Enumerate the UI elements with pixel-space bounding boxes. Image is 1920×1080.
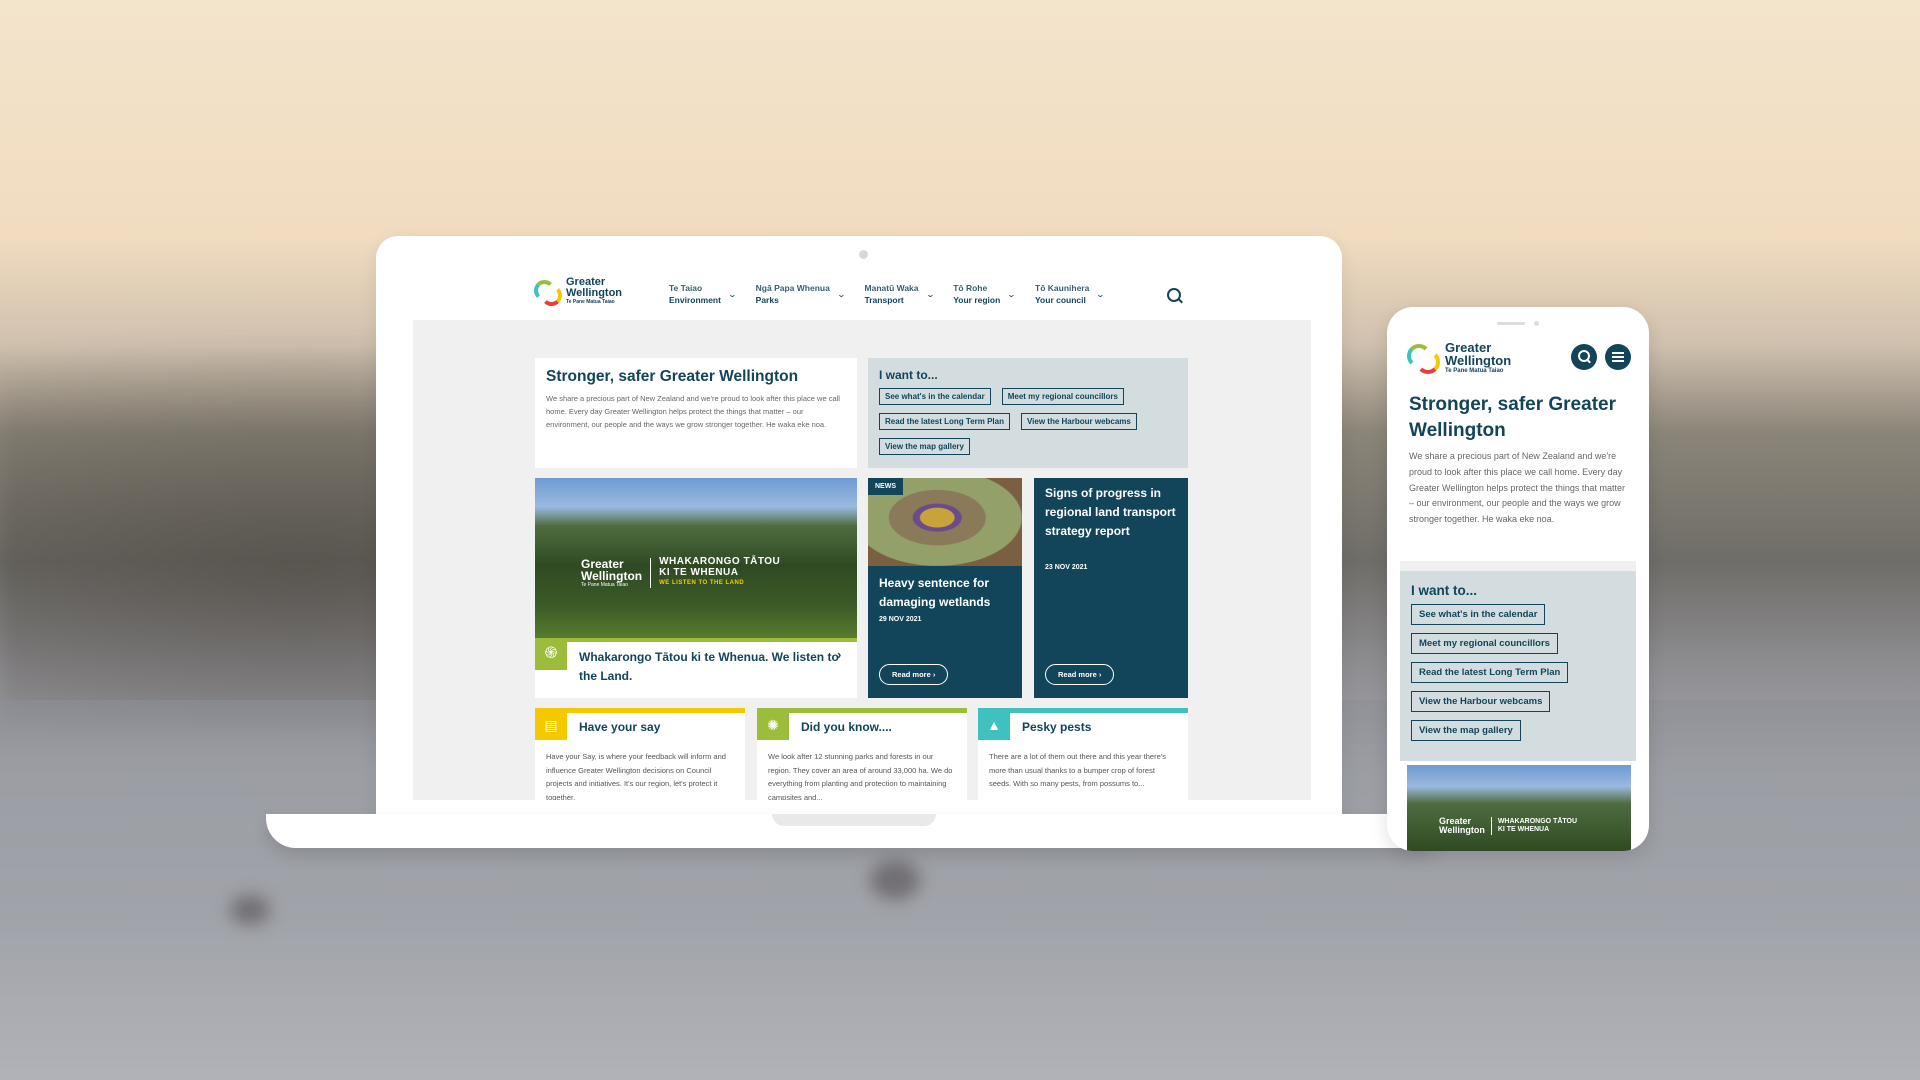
link-calendar[interactable]: See what's in the calendar xyxy=(879,388,991,405)
nav-label-maori: Tō Rohe xyxy=(953,283,988,293)
site-header: Greater Wellington Te Pane Matua Taiao T… xyxy=(413,268,1311,320)
nav-label-english: Parks xyxy=(755,295,779,305)
i-want-to-heading: I want to... xyxy=(879,368,938,382)
i-want-to-panel: I want to... See what's in the calendar … xyxy=(868,358,1188,468)
nav-label-english: Your council xyxy=(1035,295,1086,305)
mobile-i-want-to-panel: I want to... See what's in the calendar … xyxy=(1400,571,1636,761)
read-more-button[interactable]: Read more › xyxy=(1045,664,1115,685)
overlay-title-line1: WHAKARONGO TĀTOU xyxy=(1497,818,1578,825)
speech-bubble-icon: ▤ xyxy=(535,708,567,740)
nav-label-english: Your region xyxy=(953,295,1001,305)
promo-title: Pesky pests xyxy=(1022,720,1092,734)
link-long-term-plan[interactable]: Read the latest Long Term Plan xyxy=(1411,662,1569,683)
logo-line1: Greater xyxy=(1445,339,1492,355)
background-rock xyxy=(230,895,270,925)
hero-card[interactable]: Greater Wellington Te Pane Matua Taiao W… xyxy=(535,478,857,698)
nav-label-maori: Ngā Papa Whenua xyxy=(755,283,830,293)
chevron-down-icon: ⌄ xyxy=(1095,289,1106,299)
hero-caption: Whakarongo Tātou ki te Whenua. We listen… xyxy=(579,650,839,683)
phone-speaker xyxy=(1497,322,1525,325)
promo-text: There are a lot of them out there and th… xyxy=(989,752,1166,788)
link-long-term-plan[interactable]: Read the latest Long Term Plan xyxy=(879,413,1010,430)
chevron-down-icon: ⌄ xyxy=(727,289,737,299)
laptop-notch xyxy=(772,814,936,826)
link-map-gallery[interactable]: View the map gallery xyxy=(1411,720,1521,741)
i-want-to-heading: I want to... xyxy=(1411,583,1477,598)
desktop-site: Greater Wellington Te Pane Matua Taiao T… xyxy=(413,268,1311,800)
promo-pesky-pests[interactable]: ▲ Pesky pests There are a lot of them ou… xyxy=(978,708,1188,800)
nav-label-maori: Manatū Waka xyxy=(864,283,919,293)
overlay-brand-line1: Greater xyxy=(581,556,624,571)
promo-have-your-say[interactable]: ▤ Have your say Have your Say, is where … xyxy=(535,708,745,800)
mobile-hero-image[interactable]: Greater Wellington WHAKARONGO TĀTOU KI T… xyxy=(1407,765,1631,851)
nav-item-parks[interactable]: Ngā Papa Whenua Parks ⌄ xyxy=(755,282,846,306)
mobile-search-button[interactable] xyxy=(1571,344,1597,370)
overlay-brand-line2: Wellington xyxy=(1439,825,1485,835)
nav-label-english: Transport xyxy=(864,295,904,305)
intro-text: We share a precious part of New Zealand … xyxy=(546,394,840,429)
intro-text: We share a precious part of New Zealand … xyxy=(1409,451,1625,525)
nav-item-transport[interactable]: Manatū Waka Transport ⌄ xyxy=(864,282,935,306)
sun-icon: ✺ xyxy=(757,708,789,740)
logo-line3: Te Pane Matua Taiao xyxy=(1445,367,1504,374)
phone-camera xyxy=(1534,321,1539,326)
overlay-title-line2: KI TE WHENUA xyxy=(1497,826,1550,833)
link-harbour-webcams[interactable]: View the Harbour webcams xyxy=(1411,691,1551,712)
logo-line3: Te Pane Matua Taiao xyxy=(566,299,615,305)
logo-line2: Wellington xyxy=(1445,352,1512,368)
site-logo[interactable]: Greater Wellington Te Pane Matua Taiao xyxy=(534,277,623,306)
link-councillors[interactable]: Meet my regional councillors xyxy=(1411,633,1558,654)
hero-overlay: Greater Wellington WHAKARONGO TĀTOU KI T… xyxy=(1439,817,1577,835)
page-title: Stronger, safer Greater Wellington xyxy=(1409,394,1616,441)
news-card[interactable]: Signs of progress in regional land trans… xyxy=(1034,478,1188,698)
read-more-button[interactable]: Read more › xyxy=(879,664,949,685)
hero-overlay: Greater Wellington Te Pane Matua Taiao W… xyxy=(581,556,780,589)
news-title: Signs of progress in regional land trans… xyxy=(1045,486,1176,538)
nav-item-environment[interactable]: Te Taiao Environment ⌄ xyxy=(669,282,737,306)
news-title: Heavy sentence for damaging wetlands xyxy=(879,576,991,609)
mobile-site: Greater Wellington Te Pane Matua Taiao S… xyxy=(1387,307,1649,851)
logo-mark-icon xyxy=(534,277,562,306)
nav-label-maori: Tō Kaunihera xyxy=(1035,283,1090,293)
promo-title: Have your say xyxy=(579,720,661,734)
news-date: 29 NOV 2021 xyxy=(879,616,922,623)
overlay-title-line2: KI TE WHENUA xyxy=(659,567,739,578)
nav-label-english: Environment xyxy=(669,295,721,305)
promo-did-you-know[interactable]: ✺ Did you know.... We look after 12 stun… xyxy=(757,708,967,800)
promo-text: We look after 12 stunning parks and fore… xyxy=(768,752,953,800)
link-councillors[interactable]: Meet my regional councillors xyxy=(1001,388,1124,405)
triangle-icon: ▲ xyxy=(978,708,1010,740)
link-map-gallery[interactable]: View the map gallery xyxy=(879,438,970,455)
overlay-subtitle: WE LISTEN TO THE LAND xyxy=(659,580,745,586)
nav-label-maori: Te Taiao xyxy=(669,283,703,293)
overlay-title-line1: WHAKARONGO TĀTOU xyxy=(659,556,781,567)
overlay-brand-line2: Wellington xyxy=(581,568,643,583)
hero-accent-bar xyxy=(535,638,857,642)
chevron-right-icon: › xyxy=(837,647,842,662)
nav-item-your-region[interactable]: Tō Rohe Your region ⌄ xyxy=(953,282,1017,306)
page-title: Stronger, safer Greater Wellington xyxy=(546,368,799,385)
news-card[interactable]: NEWS Heavy sentence for damaging wetland… xyxy=(868,478,1022,698)
mobile-site-logo[interactable]: Greater Wellington Te Pane Matua Taiao xyxy=(1407,340,1511,374)
promo-text: Have your Say, is where your feedback wi… xyxy=(546,752,726,800)
chevron-down-icon: ⌄ xyxy=(925,289,935,299)
koru-icon: ֍ xyxy=(535,638,567,670)
news-tag: NEWS xyxy=(868,478,903,495)
chevron-down-icon: ⌄ xyxy=(836,289,846,299)
link-harbour-webcams[interactable]: View the Harbour webcams xyxy=(1020,413,1137,430)
link-calendar[interactable]: See what's in the calendar xyxy=(1411,604,1546,625)
promo-title: Did you know.... xyxy=(801,720,892,734)
nav-item-your-council[interactable]: Tō Kaunihera Your council ⌄ xyxy=(1035,282,1106,306)
background-rock xyxy=(870,860,920,900)
chevron-down-icon: ⌄ xyxy=(1006,289,1017,299)
logo-mark-icon xyxy=(1407,340,1441,374)
intro-card: Stronger, safer Greater Wellington We sh… xyxy=(535,358,857,468)
main-nav: Te Taiao Environment ⌄ Ngā Papa Whenua Par… xyxy=(669,282,1124,306)
laptop-camera xyxy=(859,250,868,259)
logo-line2: Wellington xyxy=(566,287,623,299)
news-date: 23 NOV 2021 xyxy=(1045,564,1088,571)
search-icon[interactable] xyxy=(1167,288,1181,302)
hamburger-menu-button[interactable] xyxy=(1605,344,1631,370)
